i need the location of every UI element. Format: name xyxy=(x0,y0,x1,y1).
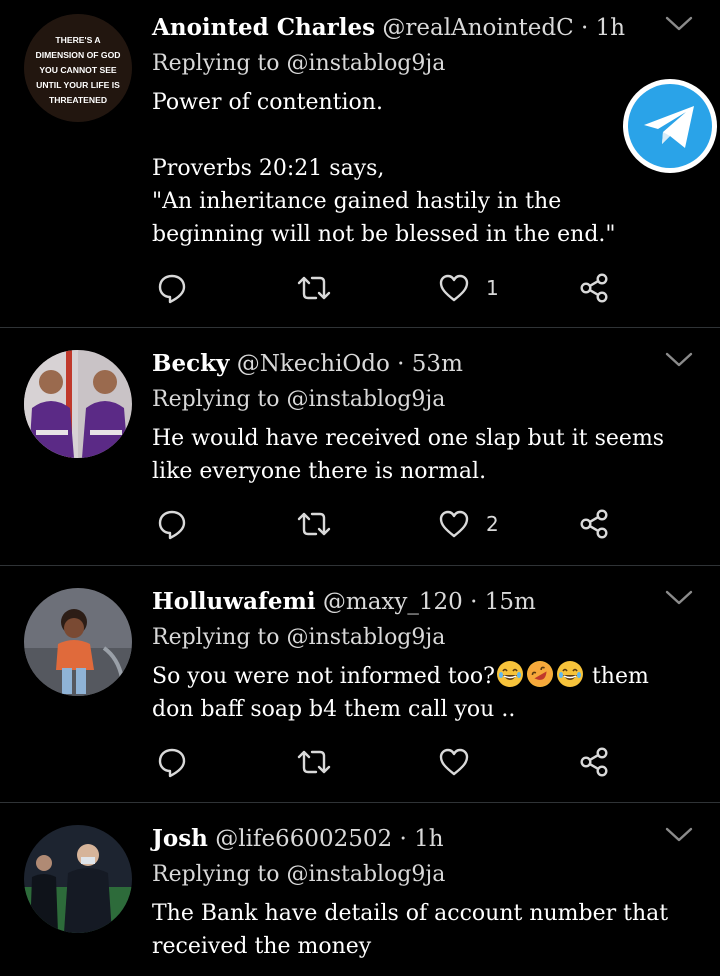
tweet-actions xyxy=(152,742,632,782)
share-icon xyxy=(580,747,608,777)
tweet-header: Josh @life66002502 · 1h xyxy=(152,825,680,853)
retweet-icon xyxy=(297,276,331,300)
avatar-text-line: THREATENED xyxy=(49,95,107,105)
like-count: 2 xyxy=(486,512,499,536)
share-button[interactable] xyxy=(578,268,610,308)
reply-button[interactable] xyxy=(156,742,188,782)
retweet-button[interactable] xyxy=(296,742,332,782)
avatar[interactable] xyxy=(24,588,132,696)
separator: · xyxy=(397,351,405,377)
share-button[interactable] xyxy=(578,742,610,782)
separator: · xyxy=(581,15,589,41)
display-name[interactable]: Anointed Charles xyxy=(152,14,375,41)
telegram-icon xyxy=(623,79,717,173)
chevron-down-icon[interactable] xyxy=(664,588,694,608)
like-count: 1 xyxy=(486,276,499,300)
tweet-actions: 2 xyxy=(152,504,632,544)
retweet-button[interactable] xyxy=(296,504,332,544)
heart-icon xyxy=(439,748,469,776)
share-button[interactable] xyxy=(578,504,610,544)
tweet-header: Becky @NkechiOdo · 53m xyxy=(152,350,680,378)
tweet[interactable]: THERE'S A DIMENSION OF GOD YOU CANNOT SE… xyxy=(0,0,720,328)
timestamp[interactable]: 1h xyxy=(596,15,625,41)
chevron-down-icon[interactable] xyxy=(664,350,694,370)
rofl-emoji-icon xyxy=(526,661,553,687)
timestamp[interactable]: 15m xyxy=(485,589,536,615)
retweet-icon xyxy=(297,512,331,536)
separator: · xyxy=(399,826,407,852)
avatar-text-line: YOU CANNOT SEE xyxy=(39,65,117,75)
tweet[interactable]: Becky @NkechiOdo · 53m Replying to @inst… xyxy=(0,328,720,566)
share-icon xyxy=(580,273,608,303)
comment-icon xyxy=(158,274,186,304)
reply-button[interactable] xyxy=(156,504,188,544)
handle[interactable]: @life66002502 xyxy=(215,826,392,852)
like-button[interactable] xyxy=(438,742,486,782)
tweet[interactable]: Josh @life66002502 · 1h Replying to @ins… xyxy=(0,803,720,976)
avatar[interactable] xyxy=(24,825,132,933)
like-button[interactable]: 1 xyxy=(438,268,499,308)
tweet-text: So you were not informed too? them don b… xyxy=(152,660,680,726)
avatar-text-line: DIMENSION OF GOD xyxy=(36,50,121,60)
avatar-text-line: UNTIL YOUR LIFE IS xyxy=(36,80,120,90)
heart-icon xyxy=(439,510,469,538)
chevron-down-icon[interactable] xyxy=(664,14,694,34)
joy-emoji-icon xyxy=(496,661,523,687)
reply-button[interactable] xyxy=(156,268,188,308)
comment-icon xyxy=(158,748,186,778)
timestamp[interactable]: 1h xyxy=(414,826,443,852)
tweet-header: Anointed Charles @realAnointedC · 1h xyxy=(152,14,680,42)
tweet-text: He would have received one slap but it s… xyxy=(152,426,672,484)
tweet-text-part: So you were not informed too? xyxy=(152,664,495,689)
replying-to[interactable]: Replying to @instablog9ja xyxy=(152,386,680,414)
retweet-icon xyxy=(297,750,331,774)
timestamp[interactable]: 53m xyxy=(412,351,463,377)
share-icon xyxy=(580,509,608,539)
tweet[interactable]: Holluwafemi @maxy_120 · 15m Replying to … xyxy=(0,566,720,803)
telegram-button[interactable] xyxy=(622,78,718,174)
tweet-actions: 1 xyxy=(152,268,632,308)
retweet-button[interactable] xyxy=(296,268,332,308)
separator: · xyxy=(470,589,478,615)
avatar[interactable]: THERE'S A DIMENSION OF GOD YOU CANNOT SE… xyxy=(24,14,132,122)
display-name[interactable]: Josh xyxy=(152,825,208,852)
replying-to[interactable]: Replying to @instablog9ja xyxy=(152,624,680,652)
tweet-header: Holluwafemi @maxy_120 · 15m xyxy=(152,588,680,616)
joy-emoji-icon xyxy=(556,661,583,687)
display-name[interactable]: Becky xyxy=(152,350,229,377)
avatar[interactable] xyxy=(24,350,132,458)
avatar-text-line: THERE'S A xyxy=(55,35,100,45)
handle[interactable]: @maxy_120 xyxy=(323,589,463,615)
display-name[interactable]: Holluwafemi xyxy=(152,588,316,615)
heart-icon xyxy=(439,274,469,302)
replying-to[interactable]: Replying to @instablog9ja xyxy=(152,50,680,78)
tweet-text: The Bank have details of account number … xyxy=(152,901,676,959)
timeline: { "colors": { "background": "#000000", "… xyxy=(0,0,720,976)
replying-to[interactable]: Replying to @instablog9ja xyxy=(152,861,680,889)
like-button[interactable]: 2 xyxy=(438,504,499,544)
handle[interactable]: @realAnointedC xyxy=(382,15,573,41)
comment-icon xyxy=(158,510,186,540)
handle[interactable]: @NkechiOdo xyxy=(237,351,390,377)
tweet-text: Power of contention. Proverbs 20:21 says… xyxy=(152,90,616,247)
chevron-down-icon[interactable] xyxy=(664,825,694,845)
